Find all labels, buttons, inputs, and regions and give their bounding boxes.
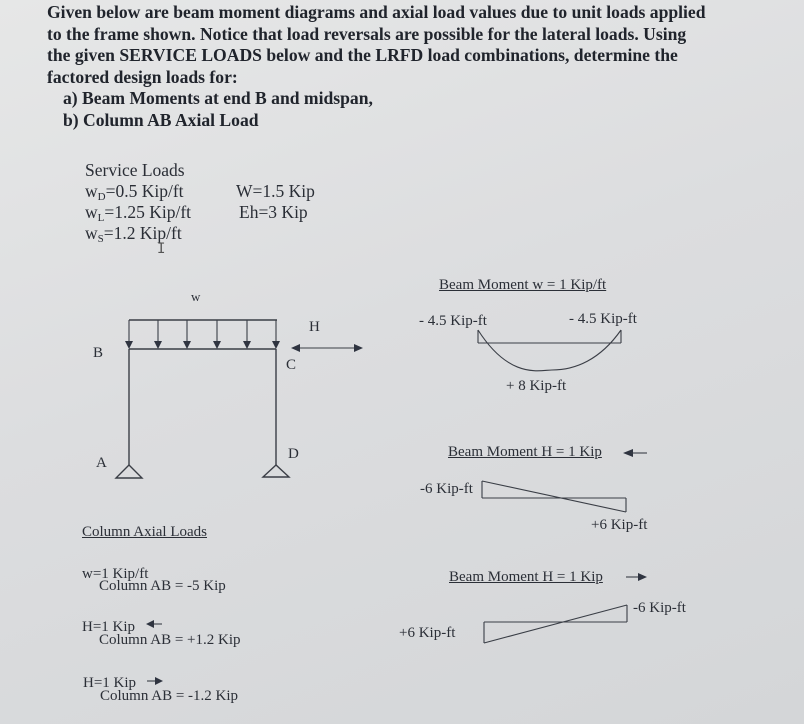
- axial-case-h-right-result: Column AB = -1.2 Kip: [100, 688, 239, 704]
- axial-arrow-left-icon: [146, 620, 154, 628]
- lateral-right-right-moment: -6 Kip-ft: [633, 600, 686, 616]
- axial-case-gravity-result: Column AB = -5 Kip: [99, 578, 226, 594]
- gravity-diagram-title: Beam Moment w = 1 Kip/ft: [439, 277, 607, 293]
- node-a-label: A: [96, 455, 107, 471]
- lateral-left-title: Beam Moment H = 1 Kip: [448, 444, 602, 460]
- node-c-label: C: [286, 357, 297, 373]
- gravity-moment-curve: [477, 329, 622, 372]
- axial-loads-title: Column Axial Loads: [82, 524, 207, 540]
- load-arrow-head: [154, 341, 162, 349]
- gravity-right-moment: - 4.5 Kip-ft: [569, 311, 637, 327]
- lateral-left-moment-line: [481, 480, 627, 513]
- lateral-right-title: Beam Moment H = 1 Kip: [449, 569, 603, 585]
- node-d-label: D: [288, 446, 299, 462]
- load-arrow-head: [272, 341, 280, 349]
- lateral-left-right-moment: +6 Kip-ft: [591, 517, 648, 533]
- axial-arrow-right-icon: [155, 677, 163, 685]
- pin-support-d: [261, 464, 291, 478]
- arrow-left-head: [291, 344, 300, 352]
- load-arrow-head: [213, 341, 221, 349]
- distributed-load-arrows: [125, 320, 280, 349]
- lateral-right-moment-line: [483, 604, 628, 644]
- load-arrow-head: [183, 341, 191, 349]
- gravity-midspan-moment: + 8 Kip-ft: [506, 378, 567, 394]
- gravity-left-moment: - 4.5 Kip-ft: [419, 313, 487, 329]
- arrow-right-icon: [638, 573, 647, 581]
- lateral-right-left-moment: +6 Kip-ft: [399, 625, 456, 641]
- pin-support-a: [114, 464, 144, 479]
- load-arrow-head: [125, 341, 133, 349]
- node-b-label: B: [93, 345, 104, 361]
- arrow-right-head: [354, 344, 363, 352]
- axial-case-h-left-result: Column AB = +1.2 Kip: [99, 632, 241, 648]
- distributed-load-label: w: [191, 289, 201, 304]
- load-arrow-head: [243, 341, 251, 349]
- lateral-left-left-moment: -6 Kip-ft: [420, 481, 473, 497]
- lateral-load-label: H: [309, 319, 320, 335]
